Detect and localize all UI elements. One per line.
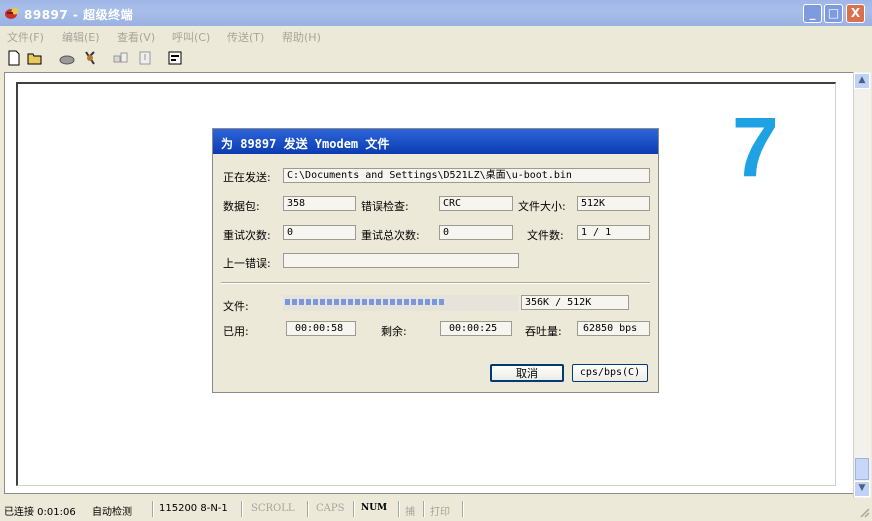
- sending-label: 正在发送:: [223, 171, 271, 184]
- ymodem-send-dialog: 为 89897 发送 Ymodem 文件 正在发送: C:\Documents …: [212, 128, 659, 393]
- dialog-separator: [221, 282, 650, 284]
- progress-block: [439, 299, 444, 305]
- retries-label: 重试次数:: [223, 229, 271, 242]
- progress-block: [341, 299, 346, 305]
- dialog-title-bar[interactable]: 为 89897 发送 Ymodem 文件: [213, 129, 658, 154]
- send-icon[interactable]: [113, 50, 129, 66]
- resize-grip-icon[interactable]: [858, 506, 870, 518]
- status-bar: 已连接 0:01:06 自动检测 115200 8-N-1 SCROLL CAP…: [0, 498, 872, 521]
- remaining-field: 00:00:25: [440, 321, 512, 336]
- error-check-label: 错误检查:: [361, 200, 409, 213]
- detect-status: 自动检测: [92, 507, 132, 518]
- menu-help[interactable]: 帮助(H): [282, 29, 321, 45]
- menu-view[interactable]: 查看(V): [117, 29, 155, 45]
- scroll-up-icon[interactable]: ▲: [854, 73, 870, 89]
- last-error-field: [283, 253, 519, 268]
- error-check-field: CRC: [439, 196, 513, 211]
- progress-block: [320, 299, 325, 305]
- progress-block: [334, 299, 339, 305]
- receive-icon[interactable]: [137, 50, 153, 66]
- progress-block: [355, 299, 360, 305]
- status-divider: [353, 501, 355, 517]
- scroll-indicator: SCROLL: [251, 503, 295, 514]
- progress-block: [292, 299, 297, 305]
- menu-edit[interactable]: 编辑(E): [62, 29, 100, 45]
- status-divider: [398, 501, 400, 517]
- open-icon[interactable]: [27, 50, 43, 66]
- toolbar: [0, 46, 872, 70]
- capture-indicator: 捕: [405, 507, 415, 518]
- progress-block: [306, 299, 311, 305]
- status-divider: [307, 501, 309, 517]
- overlay-number: 7: [732, 100, 779, 194]
- progress-block: [390, 299, 395, 305]
- dial-icon[interactable]: [59, 50, 75, 66]
- num-indicator: NUM: [361, 503, 388, 513]
- total-retries-field: 0: [439, 225, 513, 240]
- elapsed-label: 已用:: [223, 325, 249, 338]
- disconnect-icon[interactable]: [82, 50, 98, 66]
- maximize-button[interactable]: □: [824, 4, 843, 23]
- menu-file[interactable]: 文件(F): [7, 29, 44, 45]
- menu-transfer[interactable]: 传送(T): [227, 29, 264, 45]
- status-divider: [241, 501, 243, 517]
- progress-block: [362, 299, 367, 305]
- menu-bar: 文件(F) 编辑(E) 查看(V) 呼叫(C) 传送(T) 帮助(H): [0, 27, 872, 45]
- cps-bps-button[interactable]: cps/bps(C): [572, 364, 648, 382]
- progress-block: [411, 299, 416, 305]
- vertical-scrollbar[interactable]: ▲ ▼: [853, 72, 871, 498]
- progress-block: [313, 299, 318, 305]
- progress-block: [397, 299, 402, 305]
- progress-block: [327, 299, 332, 305]
- throughput-label: 吞吐量:: [525, 325, 562, 338]
- status-divider: [152, 501, 154, 517]
- file-progress-label: 文件:: [223, 300, 249, 313]
- hyperterminal-icon: [5, 7, 19, 19]
- minimize-button[interactable]: _: [803, 4, 822, 23]
- caps-indicator: CAPS: [316, 503, 345, 514]
- connection-status: 已连接 0:01:06: [4, 507, 76, 518]
- files-count-field: 1 / 1: [577, 225, 650, 240]
- files-label: 文件数:: [527, 229, 564, 242]
- new-icon[interactable]: [6, 50, 22, 66]
- status-divider: [423, 501, 425, 517]
- elapsed-field: 00:00:58: [286, 321, 356, 336]
- progress-block: [404, 299, 409, 305]
- properties-icon[interactable]: [167, 50, 183, 66]
- progress-block: [383, 299, 388, 305]
- port-settings: 115200 8-N-1: [159, 503, 228, 514]
- last-error-label: 上一错误:: [223, 257, 271, 270]
- progress-bar-fill: [285, 299, 444, 305]
- progress-block: [418, 299, 423, 305]
- status-divider: [462, 501, 464, 517]
- progress-block: [369, 299, 374, 305]
- total-retries-label: 重试总次数:: [361, 229, 420, 242]
- dialog-title: 为 89897 发送 Ymodem 文件: [221, 137, 390, 151]
- progress-block: [376, 299, 381, 305]
- progress-block: [285, 299, 290, 305]
- progress-block: [348, 299, 353, 305]
- cancel-button[interactable]: 取消: [490, 364, 564, 382]
- retries-field: 0: [283, 225, 356, 240]
- print-indicator: 打印: [430, 507, 450, 518]
- scroll-down-icon[interactable]: ▼: [854, 481, 870, 497]
- progress-block: [432, 299, 437, 305]
- title-bar[interactable]: 89897 - 超级终端 _ □ X: [0, 0, 872, 26]
- file-size-field: 512K: [577, 196, 650, 211]
- close-button[interactable]: X: [846, 4, 865, 23]
- packet-label: 数据包:: [223, 200, 260, 213]
- progress-text-field: 356K / 512K: [521, 295, 629, 310]
- throughput-field: 62850 bps: [577, 321, 650, 336]
- window-title: 89897 - 超级终端: [24, 8, 134, 22]
- menu-call[interactable]: 呼叫(C): [172, 29, 210, 45]
- progress-block: [299, 299, 304, 305]
- file-size-label: 文件大小:: [518, 200, 566, 213]
- sending-file-field: C:\Documents and Settings\D521LZ\桌面\u-bo…: [283, 168, 650, 183]
- scroll-thumb[interactable]: [855, 458, 869, 480]
- remaining-label: 剩余:: [381, 325, 407, 338]
- packet-field: 358: [283, 196, 356, 211]
- progress-block: [425, 299, 430, 305]
